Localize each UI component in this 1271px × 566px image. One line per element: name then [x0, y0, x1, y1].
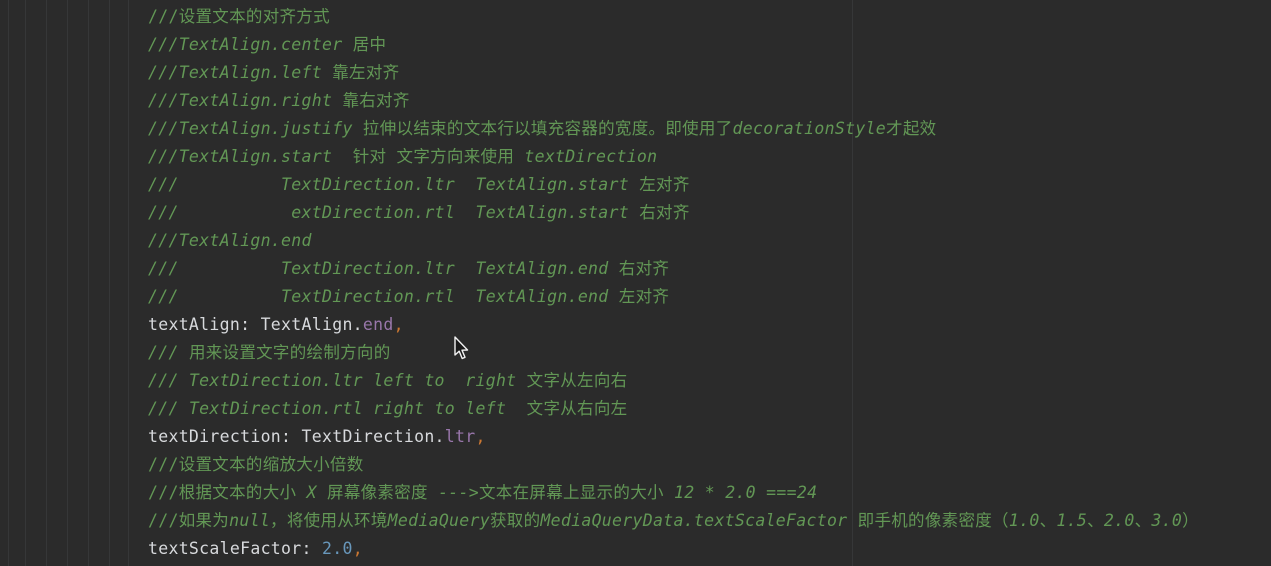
code-token: 、	[1039, 511, 1057, 530]
code-token: ///根据文本的大小	[148, 483, 307, 502]
code-token: textDirection	[524, 147, 658, 166]
code-token: ///设置文本的对齐方式	[148, 7, 330, 26]
code-token: 文字从左向右	[526, 371, 628, 390]
code-token: ,	[393, 315, 404, 334]
comment-line[interactable]: /// TextDirection.ltr left to right 文字从左…	[148, 367, 1271, 395]
code-token: 1.5	[1056, 511, 1088, 530]
code-token: MediaQueryData.textScaleFactor	[540, 511, 858, 530]
comment-line[interactable]: /// TextDirection.rtl TextAlign.end 左对齐	[148, 283, 1271, 311]
comment-line[interactable]: ///如果为null，将使用从环境MediaQuery获取的MediaQuery…	[148, 507, 1271, 535]
code-token: ///TextAlign.center	[148, 35, 353, 54]
indent-guide	[25, 0, 26, 566]
comment-line[interactable]: /// TextDirection.rtl right to left 文字从右…	[148, 395, 1271, 423]
code-token: 左对齐	[618, 287, 670, 306]
code-token: 用来设置文字的绘制方向的	[188, 343, 391, 362]
code-token: 3.0	[1151, 511, 1183, 530]
code-token: 拉伸以结束的文本行以填充容器的宽度。即使用了	[362, 119, 733, 138]
code-token: 左对齐	[639, 175, 690, 194]
code-token: 屏幕像素密度	[327, 483, 439, 502]
code-token: /// TextDirection.ltr TextAlign.start	[148, 175, 640, 194]
code-token: 居中	[352, 35, 387, 54]
indent-guide	[8, 0, 9, 566]
code-token: 、	[1134, 511, 1152, 530]
comment-line[interactable]: ///TextAlign.start 针对 文字方向来使用 textDirect…	[148, 143, 1271, 171]
code-lines[interactable]: ///设置文本的对齐方式///TextAlign.center 居中///Tex…	[148, 3, 1271, 563]
comment-line[interactable]: /// 用来设置文字的绘制方向的	[148, 339, 1271, 367]
comment-line[interactable]: ///设置文本的缩放大小倍数	[148, 451, 1271, 479]
code-token: 2.0	[321, 539, 353, 558]
code-line[interactable]: textAlign: TextAlign.end,	[148, 311, 1271, 339]
code-token: ///如果为	[148, 511, 230, 530]
code-token: 针对 文字方向来使用	[352, 147, 525, 166]
comment-line[interactable]: ///TextAlign.justify 拉伸以结束的文本行以填充容器的宽度。即…	[148, 115, 1271, 143]
code-token: TextAlign.	[260, 315, 363, 334]
comment-line[interactable]: /// extDirection.rtl TextAlign.start 右对齐	[148, 199, 1271, 227]
indent-guide	[46, 0, 47, 566]
indent-guide	[128, 0, 129, 566]
comment-line[interactable]: ///TextAlign.left 靠左对齐	[148, 59, 1271, 87]
code-token: decorationStyle	[732, 119, 887, 138]
indent-guide	[88, 0, 89, 566]
code-token: 1.0	[1008, 511, 1040, 530]
code-token: /// TextDirection.ltr left to right	[148, 371, 527, 390]
code-token: --->	[438, 483, 479, 502]
code-token: ///TextAlign.start	[148, 147, 353, 166]
code-token: 12 * 2.0 ===24	[674, 483, 818, 502]
comment-line[interactable]: ///设置文本的对齐方式	[148, 3, 1271, 31]
code-token: X	[306, 483, 328, 502]
comment-line[interactable]: ///TextAlign.center 居中	[148, 31, 1271, 59]
code-token: 靠左对齐	[332, 63, 400, 82]
code-token: ///	[148, 343, 189, 362]
code-token: textScaleFactor:	[148, 539, 322, 558]
code-token: 2.0	[1103, 511, 1135, 530]
code-token: 文本在屏幕上显示的大小	[479, 483, 675, 502]
comment-line[interactable]: /// TextDirection.ltr TextAlign.start 左对…	[148, 171, 1271, 199]
code-token: TextDirection.	[301, 427, 445, 446]
code-token: ///TextAlign.justify	[148, 119, 363, 138]
code-token: null	[229, 511, 271, 530]
comment-line[interactable]: ///TextAlign.end	[148, 227, 1271, 255]
code-token: /// TextDirection.rtl right to left	[148, 399, 527, 418]
code-token: 靠右对齐	[342, 91, 410, 110]
code-token: ，将使用从环境	[270, 511, 388, 530]
code-token: MediaQuery	[387, 511, 490, 530]
indent-guide	[109, 0, 110, 566]
code-token: /// extDirection.rtl TextAlign.start	[148, 203, 640, 222]
code-token: ）	[1182, 511, 1199, 530]
comment-line[interactable]: ///根据文本的大小 X 屏幕像素密度 --->文本在屏幕上显示的大小 12 *…	[148, 479, 1271, 507]
code-token: ltr	[444, 427, 476, 446]
code-token: end	[362, 315, 394, 334]
indent-guide	[67, 0, 68, 566]
code-token: /// TextDirection.rtl TextAlign.end	[148, 287, 619, 306]
code-token: ///设置文本的缩放大小倍数	[148, 455, 364, 474]
code-token: ///TextAlign.left	[148, 63, 333, 82]
code-line[interactable]: textDirection: TextDirection.ltr,	[148, 423, 1271, 451]
code-token: 文字从右向左	[526, 399, 628, 418]
code-token: /// TextDirection.ltr TextAlign.end	[148, 259, 619, 278]
code-token: textDirection:	[148, 427, 302, 446]
code-token: ,	[352, 539, 363, 558]
code-token: 右对齐	[639, 203, 690, 222]
code-token: ,	[475, 427, 486, 446]
code-token: ///TextAlign.end	[148, 231, 312, 250]
code-token: 获取的	[490, 511, 541, 530]
code-editor[interactable]: ///设置文本的对齐方式///TextAlign.center 居中///Tex…	[0, 0, 1271, 566]
code-token: 即手机的像素密度（	[857, 511, 1009, 530]
code-token: 才起效	[886, 119, 937, 138]
code-token: textAlign:	[148, 315, 261, 334]
code-token: 右对齐	[618, 259, 670, 278]
code-line[interactable]: textScaleFactor: 2.0,	[148, 535, 1271, 563]
code-token: 、	[1087, 511, 1104, 530]
mouse-pointer-icon	[454, 336, 469, 360]
comment-line[interactable]: /// TextDirection.ltr TextAlign.end 右对齐	[148, 255, 1271, 283]
code-token: ///TextAlign.right	[148, 91, 343, 110]
comment-line[interactable]: ///TextAlign.right 靠右对齐	[148, 87, 1271, 115]
